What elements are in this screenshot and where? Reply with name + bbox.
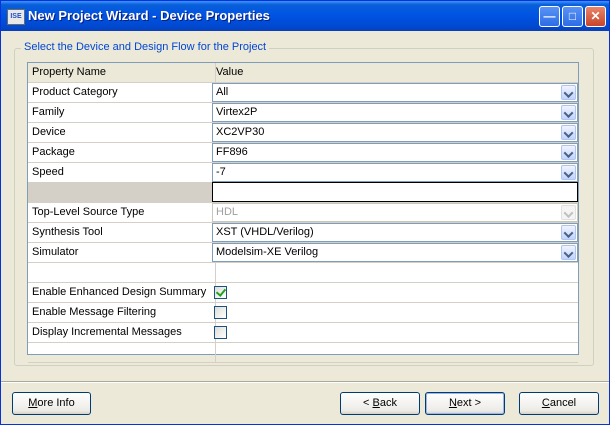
dropdown-value: HDL bbox=[216, 206, 239, 218]
close-button[interactable]: ✕ bbox=[585, 6, 606, 27]
property-name: Simulator bbox=[28, 243, 216, 262]
close-icon: ✕ bbox=[590, 9, 601, 23]
property-dropdown[interactable]: Virtex2P bbox=[212, 103, 578, 122]
dropdown-value: Modelsim-XE Verilog bbox=[216, 246, 319, 258]
property-value-cell[interactable]: HDL bbox=[212, 203, 578, 222]
property-name bbox=[28, 183, 216, 202]
property-value-cell bbox=[212, 182, 578, 202]
property-value-cell bbox=[212, 263, 578, 282]
cancel-button[interactable]: Cancel bbox=[519, 392, 599, 415]
property-name: Synthesis Tool bbox=[28, 223, 216, 242]
cancel-accel: C bbox=[541, 397, 550, 409]
more-info-rest: ore Info bbox=[37, 397, 75, 409]
property-row: Display Incremental Messages bbox=[28, 323, 578, 343]
property-name: Device bbox=[28, 123, 216, 142]
property-row: Enable Enhanced Design Summary bbox=[28, 283, 578, 303]
title-bar[interactable]: ISE New Project Wizard - Device Properti… bbox=[1, 1, 609, 31]
cancel-rest: ancel bbox=[549, 397, 577, 409]
property-name: Enable Enhanced Design Summary bbox=[28, 283, 216, 302]
property-dropdown[interactable]: XST (VHDL/Verilog) bbox=[212, 223, 578, 242]
property-value-cell[interactable]: Modelsim-XE Verilog bbox=[212, 243, 578, 262]
property-row: Top-Level Source Type HDL bbox=[28, 203, 578, 223]
next-button[interactable]: Next > bbox=[425, 392, 505, 415]
property-name: Enable Message Filtering bbox=[28, 303, 216, 322]
property-row bbox=[28, 343, 578, 363]
property-row bbox=[28, 263, 578, 283]
property-row: Device XC2VP30 bbox=[28, 123, 578, 143]
checkbox-unchecked[interactable] bbox=[214, 326, 227, 339]
property-row: Speed -7 bbox=[28, 163, 578, 183]
property-value-cell[interactable]: All bbox=[212, 83, 578, 102]
more-info-button[interactable]: More Info bbox=[12, 392, 91, 415]
property-value-cell[interactable] bbox=[212, 283, 578, 302]
chevron-down-icon[interactable] bbox=[561, 225, 576, 240]
chevron-down-icon[interactable] bbox=[561, 165, 576, 180]
header-value: Value bbox=[216, 66, 244, 78]
property-name bbox=[28, 263, 216, 282]
header-property-name: Property Name bbox=[28, 63, 216, 82]
property-value-cell[interactable]: XST (VHDL/Verilog) bbox=[212, 223, 578, 242]
property-value-cell bbox=[212, 343, 578, 362]
property-dropdown: HDL bbox=[212, 203, 578, 222]
grid-header: Property Name Value bbox=[28, 63, 578, 83]
property-value-cell[interactable]: Virtex2P bbox=[212, 103, 578, 122]
property-value-cell[interactable] bbox=[212, 303, 578, 322]
property-row: Enable Message Filtering bbox=[28, 303, 578, 323]
minimize-icon: — bbox=[543, 9, 556, 23]
dropdown-value: FF896 bbox=[216, 146, 248, 158]
property-row bbox=[28, 182, 578, 203]
group-label: Select the Device and Design Flow for th… bbox=[21, 41, 270, 53]
maximize-button[interactable]: □ bbox=[562, 6, 583, 27]
property-name: Package bbox=[28, 143, 216, 162]
checkbox-unchecked[interactable] bbox=[214, 306, 227, 319]
chevron-down-icon[interactable] bbox=[561, 145, 576, 160]
property-row: Package FF896 bbox=[28, 143, 578, 163]
property-value-cell[interactable]: XC2VP30 bbox=[212, 123, 578, 142]
property-name bbox=[28, 343, 216, 362]
property-dropdown[interactable]: -7 bbox=[212, 163, 578, 182]
property-dropdown[interactable]: Modelsim-XE Verilog bbox=[212, 243, 578, 262]
property-row: Synthesis Tool XST (VHDL/Verilog) bbox=[28, 223, 578, 243]
property-value-cell[interactable] bbox=[212, 323, 578, 342]
divider bbox=[1, 381, 609, 383]
chevron-down-icon[interactable] bbox=[561, 85, 576, 100]
back-rest: ack bbox=[379, 397, 397, 409]
property-grid: Property Name Value Product Category All F… bbox=[27, 62, 579, 363]
minimize-button[interactable]: — bbox=[539, 6, 560, 27]
back-prefix: < bbox=[363, 397, 373, 409]
property-name: Speed bbox=[28, 163, 216, 182]
property-name: Display Incremental Messages bbox=[28, 323, 216, 342]
property-dropdown[interactable]: FF896 bbox=[212, 143, 578, 162]
property-value-cell[interactable]: FF896 bbox=[212, 143, 578, 162]
property-row: Product Category All bbox=[28, 83, 578, 103]
back-button[interactable]: < Back bbox=[340, 392, 420, 415]
window-title: New Project Wizard - Device Properties bbox=[28, 8, 270, 23]
next-accel: N bbox=[448, 397, 457, 409]
chevron-down-icon[interactable] bbox=[561, 125, 576, 140]
dropdown-value: All bbox=[216, 86, 229, 98]
property-name: Top-Level Source Type bbox=[28, 203, 216, 222]
maximize-icon: □ bbox=[568, 9, 577, 23]
next-rest: ext > bbox=[456, 397, 482, 409]
chevron-down-icon bbox=[561, 205, 576, 220]
dropdown-value: XC2VP30 bbox=[216, 126, 265, 138]
property-dropdown[interactable]: All bbox=[212, 83, 578, 102]
app-icon: ISE bbox=[7, 9, 25, 25]
back-accel: B bbox=[372, 397, 380, 409]
dropdown-value: -7 bbox=[216, 166, 226, 178]
wizard-window: ISE New Project Wizard - Device Properti… bbox=[0, 0, 610, 425]
checkbox-checked[interactable] bbox=[214, 286, 227, 299]
dropdown-value: XST (VHDL/Verilog) bbox=[216, 226, 314, 238]
property-row: Family Virtex2P bbox=[28, 103, 578, 123]
property-value-cell[interactable]: -7 bbox=[212, 163, 578, 182]
dropdown-value: Virtex2P bbox=[216, 106, 258, 118]
property-row: Simulator Modelsim-XE Verilog bbox=[28, 243, 578, 263]
chevron-down-icon[interactable] bbox=[561, 245, 576, 260]
property-name: Product Category bbox=[28, 83, 216, 102]
property-dropdown[interactable]: XC2VP30 bbox=[212, 123, 578, 142]
property-name: Family bbox=[28, 103, 216, 122]
chevron-down-icon[interactable] bbox=[561, 105, 576, 120]
